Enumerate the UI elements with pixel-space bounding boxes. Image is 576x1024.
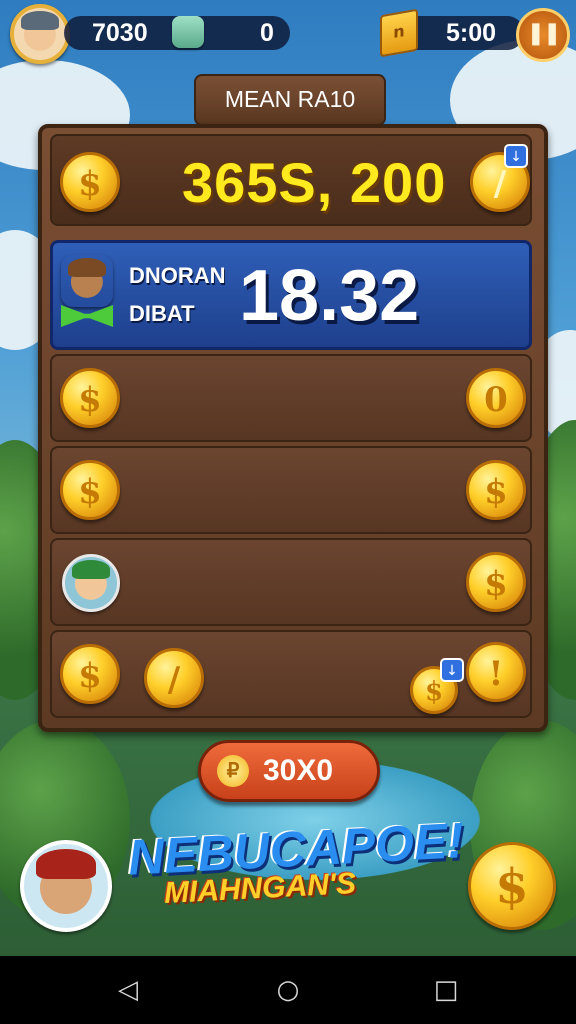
board-row[interactable]: $ (50, 538, 532, 626)
coin-icon: / (144, 648, 204, 708)
total-value: 365S, 200 (182, 151, 447, 214)
highlight-score: 18.32 (239, 256, 420, 336)
player-row-avatar (62, 554, 120, 612)
home-icon[interactable]: ○ (274, 976, 302, 1004)
character-portrait[interactable] (20, 840, 112, 932)
reward-button-label: 30X0 (263, 754, 334, 787)
row-avatar-hat (72, 560, 110, 579)
board-row[interactable]: $ 0 (50, 354, 532, 442)
leaderboard-panel: $ 365S, 200 / ↓ DNORAN DIBAT 18.32 $ 0 $… (38, 124, 548, 732)
back-icon[interactable]: ◁ (114, 976, 142, 1004)
game-scene: 7030 0 5:00 n ❚❚ MEAN RA10 $ 365S, 200 /… (0, 0, 576, 956)
pause-icon: ❚❚ (526, 21, 562, 46)
big-coin-icon[interactable]: $ (468, 842, 556, 930)
system-nav-bar: ◁ ○ □ (0, 956, 576, 1024)
avatar-hair (21, 11, 59, 30)
portrait-hat (35, 849, 97, 880)
recents-icon[interactable]: □ (432, 976, 460, 1004)
pause-button[interactable]: ❚❚ (516, 8, 570, 62)
bowtie-icon (61, 305, 113, 327)
board-row[interactable]: $ / $ ↓ ! (50, 630, 532, 718)
coin-icon: ! (466, 642, 526, 702)
gem-icon (172, 16, 204, 48)
gold-box-icon[interactable]: n (380, 8, 418, 58)
highlight-subtitle: DIBAT (129, 301, 195, 326)
coin-count: 7030 (92, 19, 148, 47)
boost-badge-icon: ↓ (440, 658, 464, 682)
coin-icon: $ (466, 552, 526, 612)
opponent-avatar (61, 255, 113, 307)
gem-count: 0 (260, 19, 274, 47)
coin-icon: $ (60, 460, 120, 520)
highlight-name: DNORAN (129, 263, 226, 288)
reward-button[interactable]: ₽ 30X0 (198, 740, 380, 802)
coin-icon: $ (60, 368, 120, 428)
coin-icon: $ (466, 460, 526, 520)
coin-icon: $ (60, 152, 120, 212)
screen-title: MEAN RA10 (194, 74, 386, 126)
board-row[interactable]: $ $ (50, 446, 532, 534)
boost-badge-icon: ↓ (504, 144, 528, 168)
coin-icon: ₽ (217, 755, 249, 787)
timer-value: 5:00 (446, 19, 497, 47)
opponent-hair (68, 258, 106, 277)
coin-icon: $ (60, 644, 120, 704)
coin-icon: 0 (466, 368, 526, 428)
player-avatar[interactable] (10, 4, 70, 64)
highlight-row[interactable]: DNORAN DIBAT 18.32 (50, 240, 532, 350)
timer-pill: 5:00 (400, 16, 524, 50)
total-row: $ 365S, 200 / ↓ (50, 134, 532, 226)
